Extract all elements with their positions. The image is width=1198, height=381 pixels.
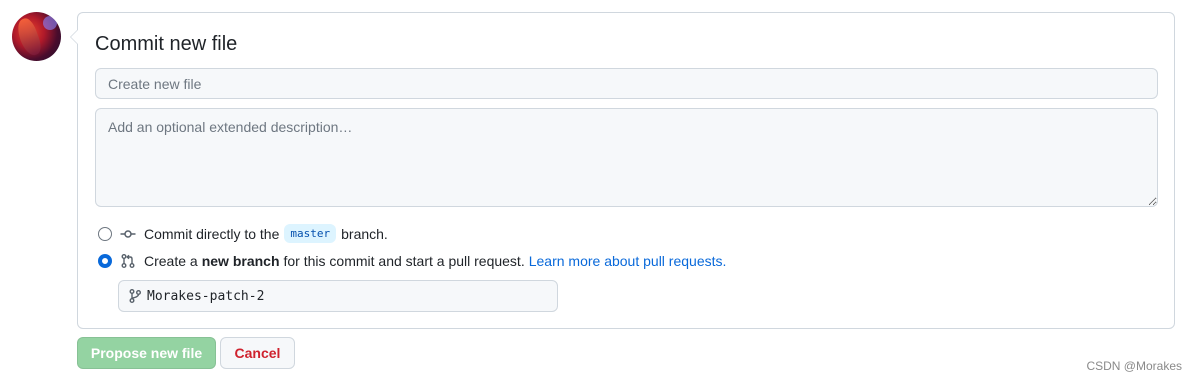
- cancel-button[interactable]: Cancel: [220, 337, 295, 369]
- commit-direct-option[interactable]: Commit directly to the master branch.: [98, 224, 388, 243]
- learn-more-pull-requests-link[interactable]: Learn more about pull requests.: [529, 253, 727, 269]
- watermark-text: CSDN @Morakes: [1086, 359, 1182, 373]
- new-branch-label-suffix: for this commit and start a pull request…: [283, 253, 525, 269]
- commit-description-textarea[interactable]: [95, 108, 1158, 207]
- git-pull-request-icon: [121, 254, 135, 268]
- propose-new-file-button[interactable]: Propose new file: [77, 337, 216, 369]
- branch-name-input[interactable]: [147, 288, 537, 304]
- commit-direct-label-prefix: Commit directly to the: [144, 225, 280, 242]
- commit-form-panel: Commit new file Commit directly to the m…: [70, 12, 1175, 329]
- new-branch-label-strong: new branch: [201, 253, 280, 269]
- commit-direct-label-suffix: branch.: [341, 225, 388, 242]
- commit-form-title: Commit new file: [95, 33, 238, 55]
- commit-summary-input[interactable]: [95, 68, 1158, 99]
- branch-name-field[interactable]: [118, 280, 558, 312]
- user-avatar[interactable]: [12, 12, 61, 61]
- new-branch-option[interactable]: Create a new branch for this commit and …: [98, 253, 726, 269]
- new-branch-label-prefix: Create a: [144, 253, 198, 269]
- default-branch-badge: master: [284, 224, 337, 243]
- git-commit-icon: [120, 229, 136, 238]
- new-branch-radio[interactable]: [98, 254, 112, 268]
- avatar-art-shape: [14, 16, 44, 58]
- commit-direct-radio[interactable]: [98, 226, 112, 241]
- avatar-art-glow: [43, 16, 57, 30]
- git-branch-icon: [129, 289, 141, 303]
